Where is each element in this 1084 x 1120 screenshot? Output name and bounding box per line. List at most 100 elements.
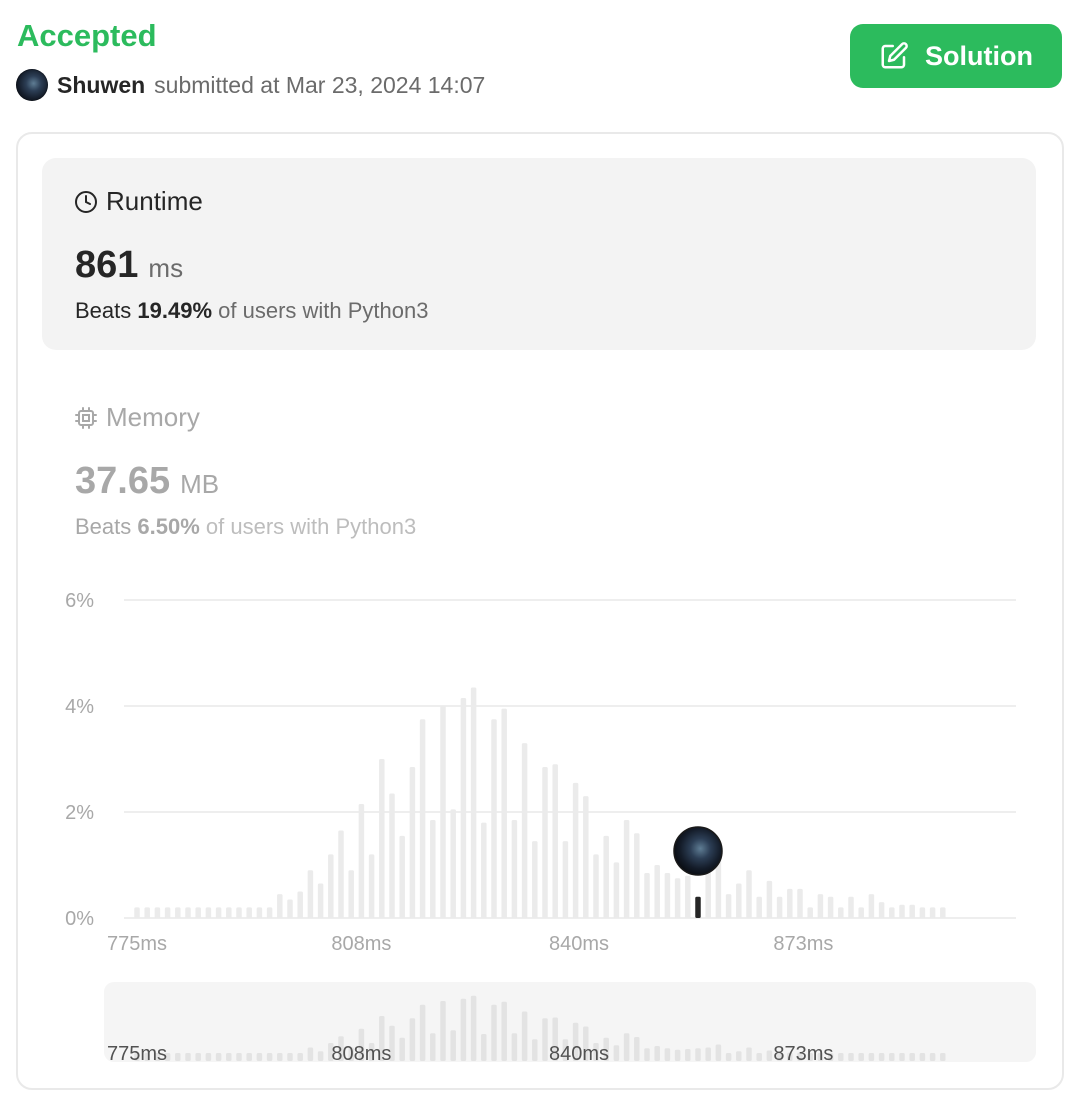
distribution-bar xyxy=(623,819,630,918)
mini-distribution-bar xyxy=(532,1039,538,1061)
mini-distribution-bar xyxy=(409,1018,416,1061)
distribution-bar xyxy=(909,904,915,918)
mini-distribution-bar xyxy=(838,1053,844,1061)
distribution-bar xyxy=(256,907,263,918)
mini-distribution-bar xyxy=(266,1053,273,1061)
distribution-bar xyxy=(287,899,293,918)
distribution-bar xyxy=(593,854,599,918)
mini-distribution-bar xyxy=(450,1030,456,1061)
distribution-bar xyxy=(481,822,487,918)
mini-distribution-bar xyxy=(756,1053,762,1061)
mini-x-tick-label: 775ms xyxy=(107,1043,167,1065)
distribution-bar xyxy=(317,883,324,918)
distribution-bar xyxy=(552,764,558,918)
mini-distribution-bar xyxy=(929,1053,936,1061)
distribution-bar xyxy=(838,907,844,918)
distribution-bar xyxy=(787,888,793,918)
distribution-bar xyxy=(797,888,803,918)
distribution-bar xyxy=(246,907,252,918)
mini-distribution-bar xyxy=(725,1053,732,1061)
distribution-bar xyxy=(817,894,824,918)
mini-distribution-bar xyxy=(848,1053,854,1061)
mini-distribution-bar xyxy=(858,1053,864,1061)
mini-distribution-bar xyxy=(297,1053,303,1061)
mini-distribution-bar xyxy=(736,1051,742,1061)
distribution-bar xyxy=(440,706,446,918)
mini-distribution-bar xyxy=(430,1033,436,1061)
distribution-bar xyxy=(572,782,579,918)
distribution-bar xyxy=(532,841,538,918)
distribution-bar xyxy=(134,907,140,918)
mini-distribution-bar xyxy=(236,1053,242,1061)
mini-distribution-bar xyxy=(542,1018,548,1061)
mini-distribution-bar xyxy=(674,1049,681,1061)
mini-distribution-bar xyxy=(909,1053,915,1061)
distribution-bar xyxy=(858,907,864,918)
distribution-bar xyxy=(164,907,171,918)
distribution-bar xyxy=(715,859,722,918)
mini-distribution-bar xyxy=(613,1045,620,1061)
distribution-bar xyxy=(756,896,762,918)
mini-distribution-bar xyxy=(491,1004,497,1061)
mini-distribution-bar xyxy=(766,1050,773,1061)
mini-distribution-bar xyxy=(664,1048,671,1061)
mini-distribution-bar xyxy=(256,1053,263,1061)
y-tick-label: 2% xyxy=(65,802,94,824)
highlight-bar xyxy=(695,896,701,918)
mini-distribution-bar xyxy=(317,1051,324,1061)
x-tick-label: 775ms xyxy=(107,933,167,955)
distribution-bar xyxy=(725,894,732,918)
distribution-bar xyxy=(389,793,395,918)
distribution-bar xyxy=(929,907,936,918)
distribution-bar xyxy=(419,719,426,918)
mini-distribution-bar xyxy=(940,1053,946,1061)
distribution-bar xyxy=(450,809,456,918)
distribution-bar xyxy=(175,907,181,918)
distribution-bar xyxy=(848,896,854,918)
distribution-bar xyxy=(470,687,477,918)
distribution-bar xyxy=(297,891,303,918)
mini-distribution-bar xyxy=(440,1001,446,1061)
mini-distribution-bar xyxy=(175,1053,181,1061)
x-tick-label: 873ms xyxy=(773,933,833,955)
distribution-bar xyxy=(511,819,518,918)
distribution-bar xyxy=(705,870,711,918)
distribution-bar xyxy=(542,766,548,918)
distribution-bar xyxy=(807,907,813,918)
distribution-bar xyxy=(226,907,232,918)
mini-distribution-bar xyxy=(481,1034,487,1061)
runtime-distribution-chart: 6% 4% 2% 0% 775ms 808ms 840ms 873ms 775ms 808ms 84… xyxy=(65,590,1016,1065)
distribution-bar xyxy=(348,870,354,918)
y-tick-label: 0% xyxy=(65,908,94,930)
mini-distribution-bar xyxy=(654,1046,660,1061)
mini-distribution-bar xyxy=(685,1049,691,1061)
mini-distribution-bar xyxy=(623,1033,630,1061)
distribution-bar xyxy=(868,894,875,918)
distribution-bar xyxy=(562,841,569,918)
distribution-bar xyxy=(144,907,150,918)
mini-distribution-bar xyxy=(470,995,477,1061)
mini-distribution-bar xyxy=(919,1053,926,1061)
mini-distribution-bar xyxy=(205,1053,212,1061)
distribution-bar xyxy=(379,759,385,918)
distribution-bar xyxy=(644,872,650,918)
distribution-bar xyxy=(685,875,691,918)
user-marker-avatar xyxy=(673,826,723,876)
mini-distribution-bar xyxy=(195,1053,201,1061)
distribution-bar xyxy=(827,896,834,918)
mini-distribution-bar xyxy=(868,1053,875,1061)
distribution-bar xyxy=(205,907,212,918)
mini-distribution-bar xyxy=(715,1044,722,1061)
mini-distribution-bar xyxy=(644,1048,650,1061)
distribution-bar xyxy=(154,907,161,918)
y-tick-label: 4% xyxy=(65,696,94,718)
distribution-bar xyxy=(889,907,895,918)
mini-distribution-bar xyxy=(899,1053,905,1061)
distribution-bar xyxy=(266,907,273,918)
mini-distribution-bar xyxy=(889,1053,895,1061)
mini-distribution-bar xyxy=(185,1053,191,1061)
distribution-bar xyxy=(430,819,436,918)
distribution-bar xyxy=(368,854,375,918)
y-tick-label: 6% xyxy=(65,590,94,612)
mini-distribution-bar xyxy=(419,1004,426,1061)
